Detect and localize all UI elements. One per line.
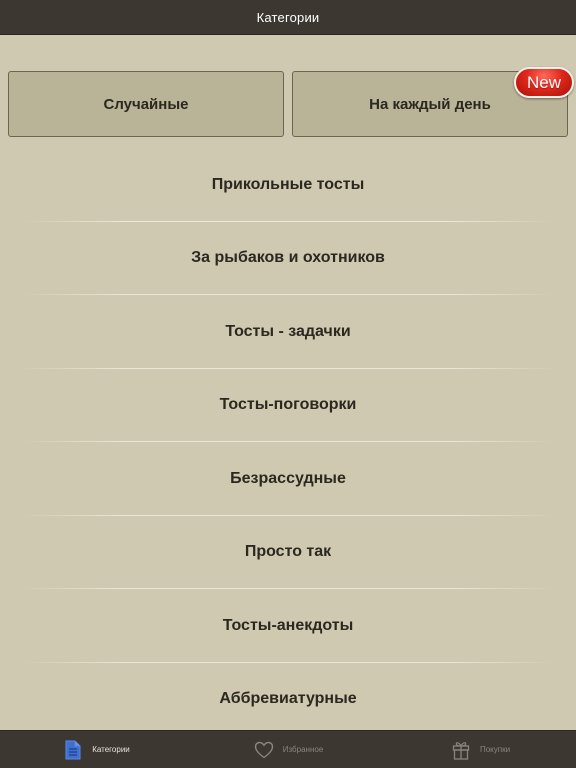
random-button[interactable]: Случайные	[8, 71, 284, 137]
category-label: Безрассудные	[230, 469, 346, 487]
category-item[interactable]: Тосты - задачки	[0, 295, 576, 369]
category-label: За рыбаков и охотников	[191, 249, 385, 267]
app-screen: Категории Случайные На каждый день New П…	[0, 0, 576, 768]
new-badge: New	[514, 67, 574, 98]
category-item[interactable]: За рыбаков и охотников	[0, 222, 576, 296]
category-label: Тосты - задачки	[225, 322, 351, 340]
category-label: Прикольные тосты	[211, 175, 365, 193]
category-label: Просто так	[244, 543, 332, 561]
tab-label: Покупки	[479, 745, 511, 754]
tab-label: Категории	[92, 745, 130, 754]
category-label: Тосты-поговорки	[219, 396, 357, 414]
daily-button-label: На каждый день	[369, 95, 491, 113]
category-list: Прикольные тосты За рыбаков и охотников …	[0, 148, 576, 736]
tab-favorites[interactable]: Избранное	[192, 731, 384, 768]
heart-icon	[253, 739, 275, 761]
category-item[interactable]: Аббревиатурные	[0, 663, 576, 737]
category-item[interactable]: Прикольные тосты	[0, 148, 576, 222]
navigation-bar: Категории	[0, 0, 576, 35]
category-label: Аббревиатурные	[219, 690, 357, 708]
random-button-label: Случайные	[103, 95, 189, 113]
category-label: Тосты-анекдоты	[222, 616, 354, 634]
tab-categories[interactable]: Категории	[0, 731, 192, 768]
page-title: Категории	[256, 9, 320, 25]
category-item[interactable]: Безрассудные	[0, 442, 576, 516]
category-item[interactable]: Тосты-поговорки	[0, 369, 576, 443]
categories-content: Случайные На каждый день New Прикольные …	[0, 35, 576, 730]
category-item[interactable]: Тосты-анекдоты	[0, 589, 576, 663]
new-badge-label: New	[526, 72, 561, 92]
gift-icon	[450, 739, 472, 761]
tab-purchases[interactable]: Покупки	[384, 731, 576, 768]
tab-label: Избранное	[282, 745, 324, 754]
tab-bar: Категории Избранное Покупки	[0, 730, 576, 768]
category-item[interactable]: Просто так	[0, 516, 576, 590]
document-icon	[62, 739, 84, 761]
